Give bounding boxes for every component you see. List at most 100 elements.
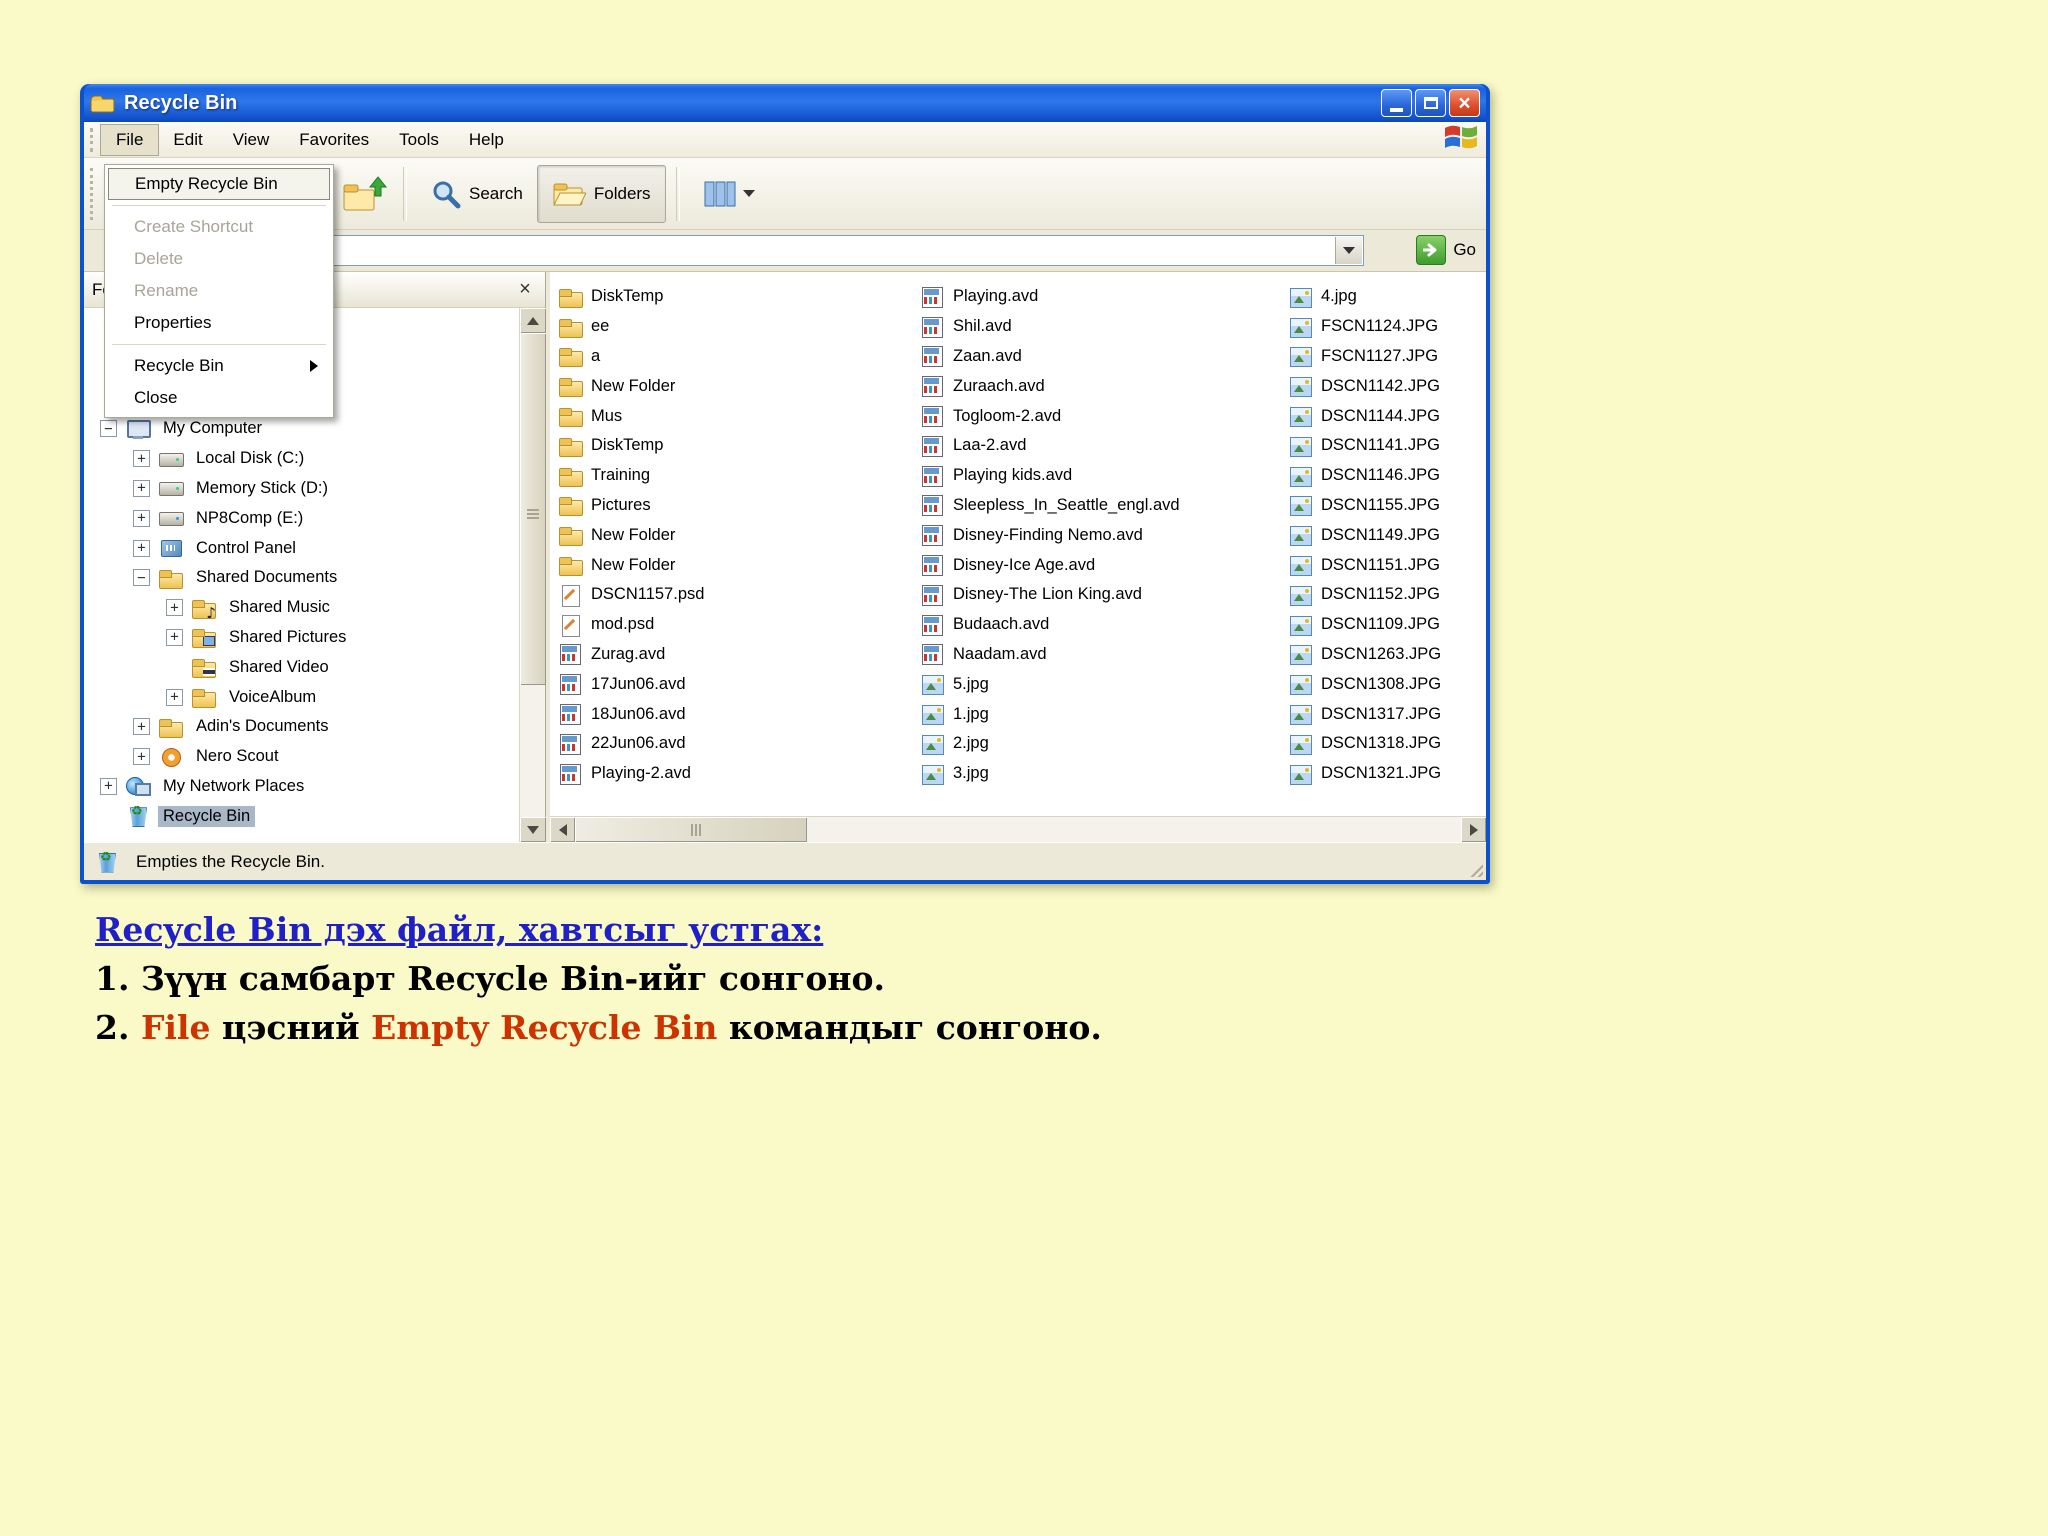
menu-help[interactable]: Help [454,125,519,155]
up-button[interactable] [337,164,393,224]
menubar-grip-handle[interactable] [90,127,95,152]
tree-item-adin-s-documents[interactable]: + Adin's Documents [133,712,545,742]
plus-box-icon[interactable]: + [100,777,117,795]
tree-item-shared-pictures[interactable]: + Shared Pictures [166,623,545,653]
tree-item-memory-stick-d[interactable]: + Memory Stick (D:) [133,474,545,504]
toolbar-grip-handle[interactable] [90,167,95,220]
minimize-button[interactable] [1381,89,1412,117]
file-item-disney-ice-age-avd[interactable]: Disney-Ice Age.avd [920,550,1180,580]
tree-item-nero-scout[interactable]: + Nero Scout [133,742,545,772]
file-item-mus[interactable]: Mus [558,401,704,431]
tree-item-control-panel[interactable]: + Control Panel [133,533,545,563]
file-item-dscn1151-jpg[interactable]: DSCN1151.JPG [1288,550,1441,580]
file-item-dscn1144-jpg[interactable]: DSCN1144.JPG [1288,401,1441,431]
plus-box-icon[interactable]: + [133,748,150,766]
file-item-laa-2-avd[interactable]: Laa-2.avd [920,431,1180,461]
scroll-thumb[interactable] [575,817,807,842]
file-item-18jun06-avd[interactable]: 18Jun06.avd [558,699,704,729]
close-button[interactable]: × [1449,89,1480,117]
file-item-dscn1157-psd[interactable]: DSCN1157.psd [558,580,704,610]
minus-box-icon[interactable]: − [100,420,117,438]
tree-item-label[interactable]: Shared Pictures [224,627,351,648]
file-item-dscn1141-jpg[interactable]: DSCN1141.JPG [1288,431,1441,461]
tree-item-shared-video[interactable]: Shared Video [166,652,545,682]
plus-box-icon[interactable]: + [133,539,150,557]
file-item-zurag-avd[interactable]: Zurag.avd [558,640,704,670]
tree-item-label[interactable]: Memory Stick (D:) [191,478,333,499]
plus-box-icon[interactable]: + [166,599,183,617]
file-item-2-jpg[interactable]: 2.jpg [920,729,1180,759]
file-item-shil-avd[interactable]: Shil.avd [920,312,1180,342]
file-item-disktemp[interactable]: DiskTemp [558,431,704,461]
scroll-up-button[interactable] [520,308,546,333]
plus-box-icon[interactable]: + [133,450,150,468]
menu-favorites[interactable]: Favorites [284,125,384,155]
tree-item-local-disk-c[interactable]: + Local Disk (C:) [133,444,545,474]
file-item-17jun06-avd[interactable]: 17Jun06.avd [558,669,704,699]
tree-item-np8comp-e[interactable]: + NP8Comp (E:) [133,503,545,533]
file-item-ee[interactable]: ee [558,312,704,342]
menu-view[interactable]: View [218,125,285,155]
file-item-mod-psd[interactable]: mod.psd [558,610,704,640]
file-item-disney-finding-nemo-avd[interactable]: Disney-Finding Nemo.avd [920,520,1180,550]
scroll-down-button[interactable] [520,817,546,842]
tree-item-my-network-places[interactable]: + My Network Places [100,772,545,802]
file-item-zuraach-avd[interactable]: Zuraach.avd [920,371,1180,401]
tree-item-voicealbum[interactable]: + VoiceAlbum [166,682,545,712]
file-item-zaan-avd[interactable]: Zaan.avd [920,342,1180,372]
file-item-playing-kids-avd[interactable]: Playing kids.avd [920,461,1180,491]
file-item-dscn1321-jpg[interactable]: DSCN1321.JPG [1288,759,1441,789]
file-item-dscn1109-jpg[interactable]: DSCN1109.JPG [1288,610,1441,640]
folders-scrollbar[interactable] [519,308,546,842]
menu-edit[interactable]: Edit [158,125,217,155]
file-item-budaach-avd[interactable]: Budaach.avd [920,610,1180,640]
file-menu-item-close[interactable]: Close [108,382,330,414]
close-pane-icon[interactable]: × [513,278,537,302]
file-item-22jun06-avd[interactable]: 22Jun06.avd [558,729,704,759]
file-item-playing-2-avd[interactable]: Playing-2.avd [558,759,704,789]
search-button[interactable]: Search [417,165,537,223]
file-item-disktemp[interactable]: DiskTemp [558,282,704,312]
tree-item-label[interactable]: My Network Places [158,776,309,797]
file-item-togloom-2-avd[interactable]: Togloom-2.avd [920,401,1180,431]
tree-item-label[interactable]: Shared Music [224,597,335,618]
tree-item-label[interactable]: Shared Video [224,657,334,678]
file-item-disney-the-lion-king-avd[interactable]: Disney-The Lion King.avd [920,580,1180,610]
scroll-thumb[interactable] [520,333,546,685]
tree-item-shared-documents[interactable]: − Shared Documents [133,563,545,593]
file-item-training[interactable]: Training [558,461,704,491]
plus-box-icon[interactable]: + [166,628,183,646]
maximize-button[interactable] [1415,89,1446,117]
file-item-dscn1152-jpg[interactable]: DSCN1152.JPG [1288,580,1441,610]
file-item-new-folder[interactable]: New Folder [558,371,704,401]
file-item-fscn1127-jpg[interactable]: FSCN1127.JPG [1288,342,1441,372]
file-item-dscn1317-jpg[interactable]: DSCN1317.JPG [1288,699,1441,729]
tree-item-label[interactable]: Adin's Documents [191,716,333,737]
folders-button[interactable]: Folders [536,164,666,223]
tree-item-label[interactable]: Local Disk (C:) [191,448,309,469]
file-item-dscn1155-jpg[interactable]: DSCN1155.JPG [1288,491,1441,521]
file-item-1-jpg[interactable]: 1.jpg [920,699,1180,729]
file-item-5-jpg[interactable]: 5.jpg [920,669,1180,699]
file-item-naadam-avd[interactable]: Naadam.avd [920,640,1180,670]
file-item-a[interactable]: a [558,342,704,372]
tree-item-label[interactable]: Nero Scout [191,746,284,767]
tree-item-label[interactable]: NP8Comp (E:) [191,508,308,529]
file-item-dscn1142-jpg[interactable]: DSCN1142.JPG [1288,371,1441,401]
file-item-dscn1149-jpg[interactable]: DSCN1149.JPG [1288,520,1441,550]
tree-item-recycle-bin[interactable]: Recycle Bin [100,801,545,831]
tree-item-label[interactable]: Recycle Bin [158,805,256,827]
scroll-left-button[interactable] [550,817,575,842]
address-dropdown-button[interactable] [1335,237,1362,264]
plus-box-icon[interactable]: + [133,718,150,736]
menu-tools[interactable]: Tools [384,125,454,155]
tree-item-shared-music[interactable]: + Shared Music [166,593,545,623]
file-item-3-jpg[interactable]: 3.jpg [920,759,1180,789]
file-item-pictures[interactable]: Pictures [558,491,704,521]
plus-box-icon[interactable]: + [133,479,150,497]
file-menu-item-empty-recycle-bin[interactable]: Empty Recycle Bin [108,168,330,200]
file-item-fscn1124-jpg[interactable]: FSCN1124.JPG [1288,312,1441,342]
title-bar[interactable]: Recycle Bin × [84,84,1486,122]
scroll-right-button[interactable] [1461,817,1486,842]
file-menu-item-properties[interactable]: Properties [108,307,330,339]
